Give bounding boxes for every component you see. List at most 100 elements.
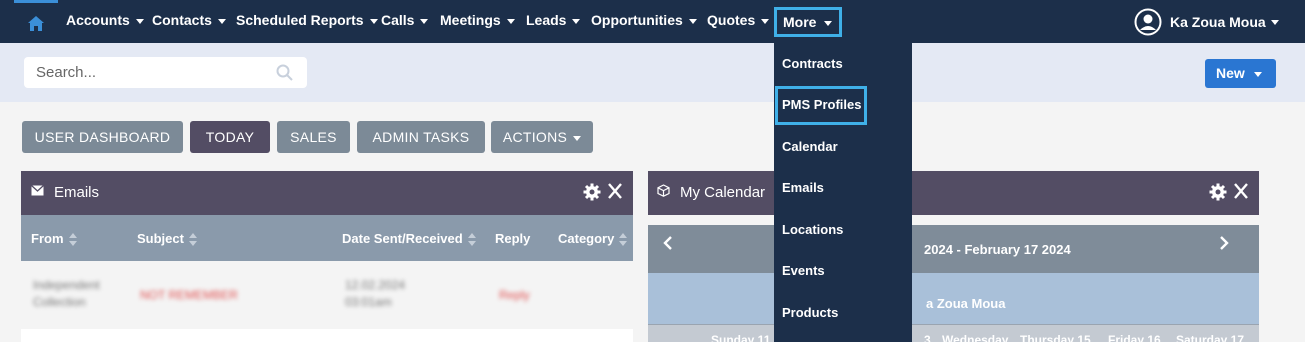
calendar-day-label: Thursday 15 bbox=[1020, 333, 1091, 342]
chevron-down-icon bbox=[135, 18, 144, 24]
email-subject[interactable]: NOT REMEMBER bbox=[140, 287, 238, 304]
chevron-down-icon bbox=[688, 18, 697, 24]
menu-item-label: Locations bbox=[782, 222, 844, 237]
chevron-down-icon bbox=[572, 18, 581, 24]
column-category[interactable]: Category bbox=[558, 231, 628, 247]
calendar-day-headers: Sunday 11 3 Wednesday Thursday 15 Friday… bbox=[648, 324, 1259, 342]
tab-sales[interactable]: SALES bbox=[277, 121, 350, 153]
table-row[interactable]: Independent Collection NOT REMEMBER 12.0… bbox=[21, 261, 633, 329]
nav-scheduled-reports[interactable]: Scheduled Reports bbox=[236, 0, 378, 43]
search-icon[interactable] bbox=[276, 64, 294, 82]
chevron-right-icon[interactable] bbox=[1219, 236, 1229, 250]
user-name: Ka Zoua Moua bbox=[1170, 14, 1266, 30]
menu-item-locations[interactable]: Locations bbox=[782, 222, 843, 237]
menu-item-emails[interactable]: Emails bbox=[782, 180, 824, 195]
gear-icon[interactable] bbox=[1209, 183, 1227, 201]
user-avatar-icon bbox=[1134, 8, 1162, 36]
nav-accounts[interactable]: Accounts bbox=[66, 0, 144, 43]
calendar-day-label: Friday 16 bbox=[1108, 333, 1161, 342]
new-button[interactable]: New bbox=[1205, 59, 1276, 88]
menu-item-contracts[interactable]: Contracts bbox=[782, 56, 843, 71]
nav-label: Leads bbox=[526, 12, 567, 28]
column-label: From bbox=[31, 231, 64, 246]
column-subject[interactable]: Subject bbox=[137, 231, 197, 247]
column-label: Reply bbox=[495, 231, 531, 246]
calendar-navigation: 2024 - February 17 2024 bbox=[648, 225, 1259, 273]
nav-calls[interactable]: Calls bbox=[381, 0, 429, 43]
nav-label: More bbox=[783, 14, 817, 30]
nav-label: Scheduled Reports bbox=[236, 12, 364, 28]
menu-item-label: Emails bbox=[782, 180, 824, 195]
column-reply: Reply bbox=[495, 231, 530, 246]
menu-item-highlight bbox=[775, 86, 867, 125]
sort-icon bbox=[68, 233, 77, 247]
tab-today[interactable]: TODAY bbox=[190, 121, 270, 153]
calendar-user-name: a Zoua Moua bbox=[926, 296, 1006, 311]
menu-item-products[interactable]: Products bbox=[782, 305, 838, 320]
chevron-down-icon bbox=[573, 135, 582, 141]
calendar-day-label: 3 bbox=[924, 333, 931, 342]
column-label: Subject bbox=[137, 231, 184, 246]
user-menu[interactable]: Ka Zoua Moua bbox=[1134, 8, 1279, 36]
gear-icon[interactable] bbox=[583, 183, 601, 201]
emails-column-headers: From Subject Date Sent/Received Reply Ca… bbox=[21, 215, 633, 261]
column-label: Category bbox=[558, 231, 615, 246]
email-reply-link[interactable]: Reply bbox=[499, 287, 530, 304]
column-label: Date Sent/Received bbox=[342, 231, 463, 246]
calendar-day-label: Sunday 11 bbox=[711, 333, 771, 342]
cube-icon bbox=[657, 184, 670, 197]
nav-meetings[interactable]: Meetings bbox=[440, 0, 515, 43]
nav-opportunities[interactable]: Opportunities bbox=[591, 0, 697, 43]
sort-icon bbox=[467, 233, 476, 247]
menu-item-label: Calendar bbox=[782, 139, 838, 154]
search-input[interactable] bbox=[24, 57, 307, 88]
panel-title: Emails bbox=[54, 184, 100, 201]
menu-item-calendar[interactable]: Calendar bbox=[782, 139, 838, 154]
nav-more[interactable]: More bbox=[774, 7, 842, 37]
chevron-down-icon bbox=[420, 18, 429, 24]
tab-admin-tasks[interactable]: ADMIN TASKS bbox=[357, 121, 485, 153]
column-date-sent[interactable]: Date Sent/Received bbox=[342, 231, 476, 247]
panel-title: My Calendar bbox=[680, 184, 766, 201]
nav-label: Calls bbox=[381, 12, 415, 28]
nav-label: Accounts bbox=[66, 12, 130, 28]
calendar-user-row: a Zoua Moua bbox=[648, 273, 1259, 324]
calendar-day-label: Saturday 17 bbox=[1176, 333, 1245, 342]
tab-label: ACTIONS bbox=[502, 129, 568, 145]
nav-label: Quotes bbox=[707, 12, 756, 28]
tab-label: USER DASHBOARD bbox=[34, 129, 171, 145]
menu-item-label: Events bbox=[782, 263, 825, 278]
nav-contacts[interactable]: Contacts bbox=[152, 0, 226, 43]
chevron-left-icon[interactable] bbox=[663, 236, 673, 250]
tab-label: ADMIN TASKS bbox=[372, 129, 470, 145]
nav-leads[interactable]: Leads bbox=[526, 0, 581, 43]
chevron-down-icon bbox=[1253, 71, 1262, 77]
calendar-day-label: Wednesday bbox=[942, 333, 1009, 342]
menu-item-label: Contracts bbox=[782, 56, 843, 71]
column-from[interactable]: From bbox=[31, 231, 77, 247]
tab-label: TODAY bbox=[205, 129, 255, 145]
nav-label: Contacts bbox=[152, 12, 212, 28]
email-date: 12.02.2024 03:01am bbox=[345, 278, 406, 309]
table-row bbox=[21, 329, 633, 342]
chevron-down-icon bbox=[824, 20, 833, 26]
sort-icon bbox=[619, 233, 628, 247]
new-button-label: New bbox=[1216, 65, 1245, 81]
close-icon[interactable] bbox=[1233, 182, 1249, 200]
home-icon bbox=[28, 15, 44, 31]
close-icon[interactable] bbox=[607, 182, 623, 200]
sort-icon bbox=[188, 233, 197, 247]
chevron-down-icon bbox=[369, 18, 378, 24]
top-navigation-bar: Accounts Contacts Scheduled Reports Call… bbox=[0, 0, 1305, 43]
menu-item-events[interactable]: Events bbox=[782, 263, 825, 278]
nav-quotes[interactable]: Quotes bbox=[707, 0, 770, 43]
calendar-date-range: 2024 - February 17 2024 bbox=[924, 242, 1071, 257]
calendar-panel-header: My Calendar bbox=[648, 171, 1259, 215]
tab-user-dashboard[interactable]: USER DASHBOARD bbox=[22, 121, 183, 153]
tab-actions[interactable]: ACTIONS bbox=[491, 121, 593, 153]
emails-panel-header: Emails bbox=[21, 171, 633, 215]
chevron-down-icon bbox=[761, 18, 770, 24]
envelope-icon bbox=[31, 185, 44, 196]
home-button[interactable] bbox=[14, 0, 58, 43]
chevron-down-icon bbox=[506, 18, 515, 24]
